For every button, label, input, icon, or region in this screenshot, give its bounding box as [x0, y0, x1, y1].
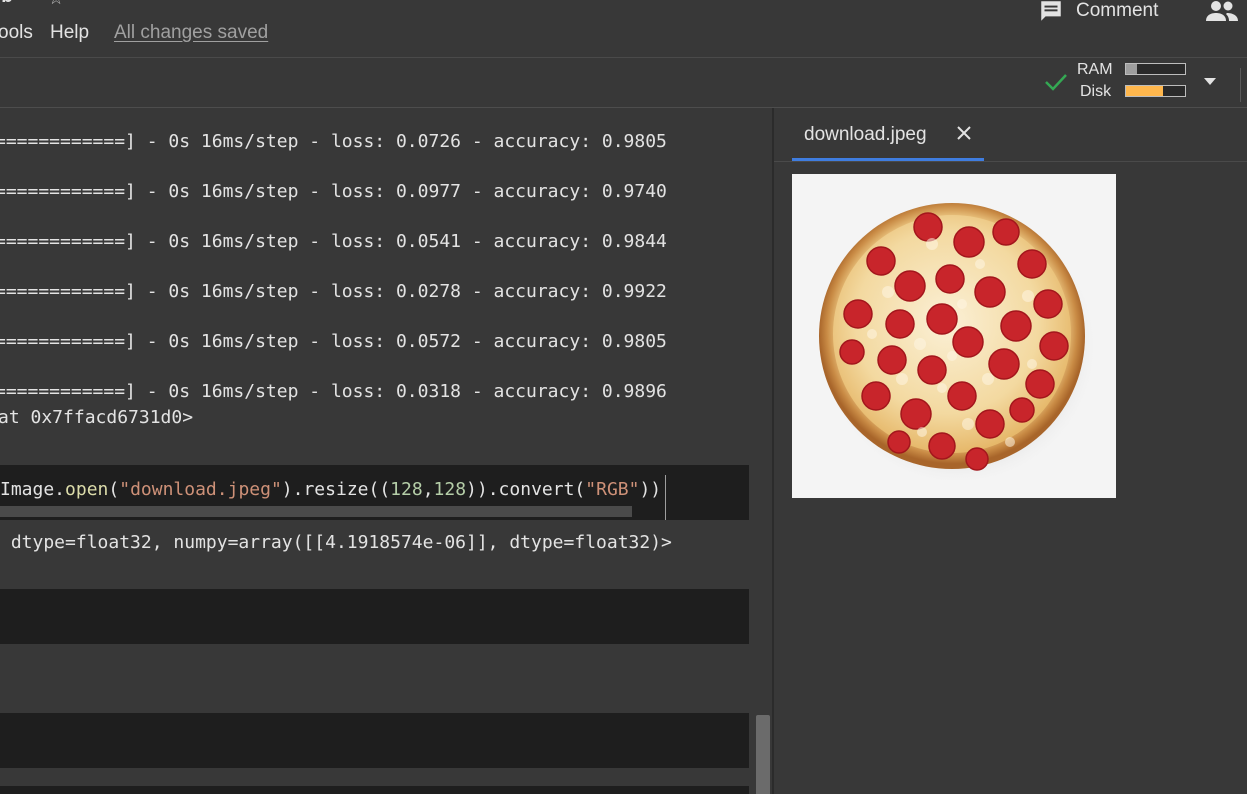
code-token: ).resize(( [281, 479, 391, 500]
code-token-number: 128 [390, 479, 423, 500]
people-icon[interactable] [1205, 0, 1239, 24]
chevron-down-icon[interactable] [1204, 78, 1216, 85]
notebook-panel: ============] - 0s 16ms/step - loss: 0.0… [0, 108, 772, 794]
tab-download-jpeg[interactable]: download.jpeg [792, 118, 984, 161]
output-line: ============] - 0s 16ms/step - loss: 0.0… [0, 281, 667, 302]
prediction-output: dtype=float32, numpy=array([[4.1918574e-… [0, 532, 672, 553]
empty-code-cell[interactable] [0, 589, 749, 644]
code-token: Image. [0, 479, 66, 500]
comment-label: Comment [1076, 0, 1159, 21]
output-object-repr: at 0x7ffacd6731d0> [0, 407, 194, 428]
pizza-illustration [818, 203, 1098, 486]
output-line: ============] - 0s 16ms/step - loss: 0.0… [0, 181, 667, 202]
menu-help[interactable]: Help [50, 22, 89, 44]
pizza-image [792, 174, 1116, 498]
menu-tools[interactable]: ools [0, 22, 33, 44]
empty-code-cell[interactable] [0, 786, 749, 794]
code-token-number: 128 [433, 479, 467, 500]
code-token: )).convert( [466, 479, 586, 500]
save-status-link[interactable]: All changes saved [114, 22, 268, 44]
text-cursor [665, 475, 666, 520]
close-icon[interactable] [956, 125, 972, 141]
vertical-scrollbar[interactable] [756, 715, 770, 794]
code-token-string: "RGB" [585, 479, 640, 500]
toolbar-divider [1240, 68, 1241, 102]
ram-usage-bar[interactable] [1125, 63, 1186, 75]
output-line: ============] - 0s 16ms/step - loss: 0.0… [0, 331, 667, 352]
code-token-function: open [65, 479, 109, 500]
disk-label: Disk [1080, 83, 1112, 100]
horizontal-scrollbar[interactable] [0, 506, 632, 517]
check-icon [1045, 74, 1067, 91]
code-token: ( [108, 479, 120, 500]
ram-usage-fill [1126, 64, 1137, 74]
empty-code-cell[interactable] [0, 713, 749, 768]
comment-button[interactable]: Comment [1038, 0, 1158, 26]
code-token: )) [639, 479, 662, 500]
output-line: ============] - 0s 16ms/step - loss: 0.0… [0, 381, 667, 402]
disk-usage-fill [1126, 86, 1163, 96]
notebook-title[interactable]: ıb [0, 0, 13, 8]
code-line[interactable]: Image.open("download.jpeg").resize((128,… [0, 479, 661, 500]
tab-label: download.jpeg [804, 124, 927, 145]
code-token-string: "download.jpeg" [119, 479, 282, 500]
disk-usage-bar[interactable] [1125, 85, 1186, 97]
comment-icon [1041, 1, 1061, 21]
ram-label: RAM [1077, 61, 1113, 78]
output-line: ============] - 0s 16ms/step - loss: 0.0… [0, 131, 667, 152]
code-token: , [422, 479, 434, 500]
tab-divider [774, 161, 1247, 162]
star-icon[interactable]: ☆ [48, 0, 64, 9]
output-line: ============] - 0s 16ms/step - loss: 0.0… [0, 231, 667, 252]
